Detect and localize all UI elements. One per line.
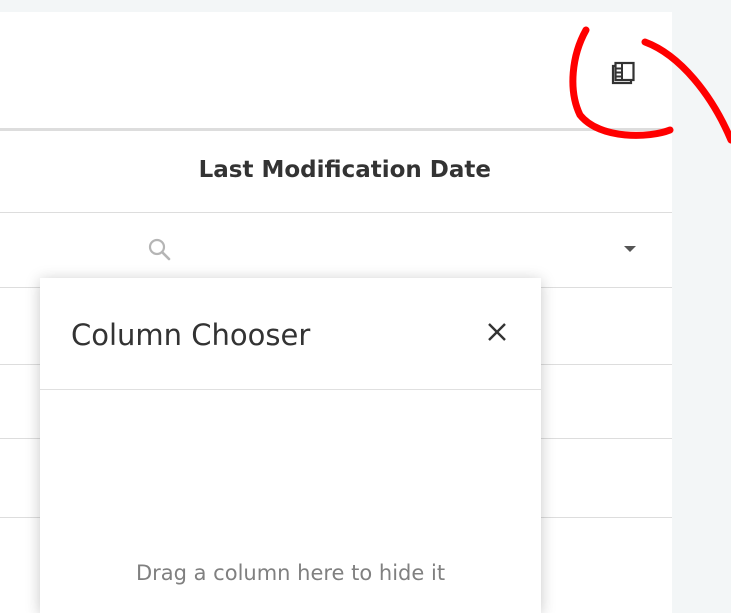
column-chooser-header: Column Chooser bbox=[40, 278, 541, 390]
column-chooser-drop-area[interactable]: Drag a column here to hide it bbox=[40, 390, 541, 613]
column-header-last-modification-date[interactable]: Last Modification Date bbox=[199, 157, 491, 183]
column-chooser-empty-hint: Drag a column here to hide it bbox=[135, 561, 446, 585]
page-background-right bbox=[672, 0, 731, 613]
page-background-top bbox=[0, 0, 731, 12]
filter-row bbox=[0, 213, 672, 288]
column-chooser-button[interactable] bbox=[606, 56, 642, 92]
column-header-row: Last Modification Date bbox=[0, 128, 672, 213]
close-icon[interactable] bbox=[483, 318, 511, 346]
search-icon bbox=[148, 238, 171, 261]
column-chooser-icon bbox=[611, 61, 635, 85]
column-chooser-popup: Column Chooser Drag a column here to hid… bbox=[40, 278, 541, 613]
screenshot: Last Modification Date Column Chooser Dr… bbox=[0, 0, 731, 613]
column-chooser-title: Column Chooser bbox=[71, 318, 311, 352]
caret-down-icon[interactable] bbox=[618, 237, 642, 261]
grid-toolbar bbox=[0, 12, 672, 128]
